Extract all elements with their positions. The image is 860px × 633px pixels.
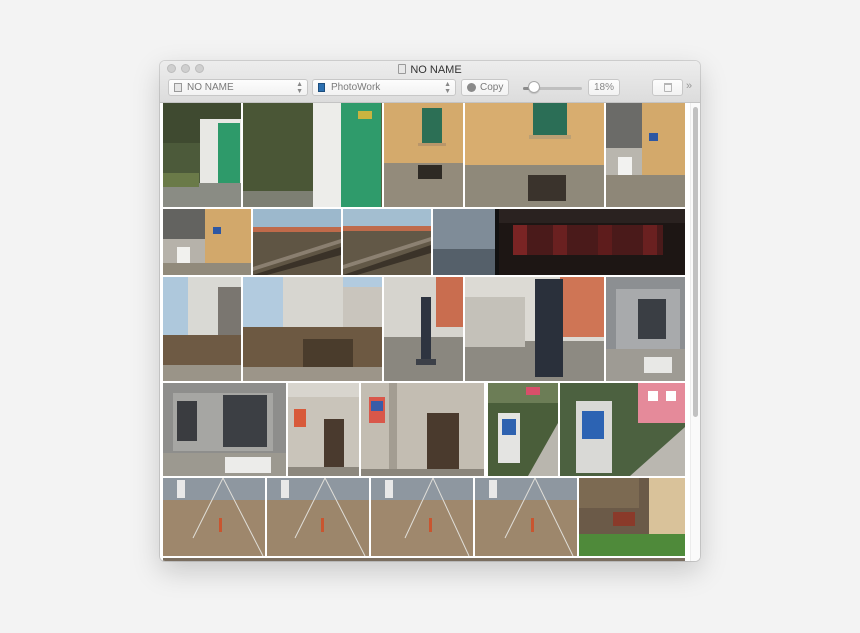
photo-thumbnail[interactable] xyxy=(243,277,382,381)
toolbar-overflow-button[interactable]: » xyxy=(686,80,692,92)
trash-icon xyxy=(664,83,672,92)
photo-thumbnail[interactable] xyxy=(579,478,685,556)
vertical-scrollbar[interactable] xyxy=(690,103,700,561)
photo-thumbnail[interactable] xyxy=(433,209,685,275)
drive-icon xyxy=(174,83,182,92)
photo-thumbnail[interactable] xyxy=(361,383,484,476)
photo-thumbnail[interactable] xyxy=(163,209,251,275)
chevron-updown-icon: ▲ ▼ xyxy=(444,81,451,95)
photo-thumbnail[interactable] xyxy=(465,103,604,207)
photo-thumbnail[interactable] xyxy=(384,277,463,381)
album-selector[interactable]: PhotoWork ▲ ▼ xyxy=(312,79,456,96)
photo-thumbnail[interactable] xyxy=(267,478,369,556)
photo-thumbnail[interactable] xyxy=(606,103,685,207)
photo-thumbnail[interactable] xyxy=(371,478,473,556)
photo-thumbnail[interactable] xyxy=(384,103,463,207)
scrollbar-thumb[interactable] xyxy=(693,107,698,417)
device-selector-value: NO NAME xyxy=(187,82,234,93)
device-selector[interactable]: NO NAME ▲ ▼ xyxy=(168,79,308,96)
photo-thumbnail[interactable] xyxy=(343,209,431,275)
album-selector-value: PhotoWork xyxy=(331,82,381,93)
import-window: NO NAME NO NAME ▲ ▼ PhotoWork ▲ ▼ Copy 18% xyxy=(160,61,700,561)
download-icon xyxy=(467,83,476,92)
slider-knob[interactable] xyxy=(527,81,540,93)
photo-thumbnail[interactable] xyxy=(163,103,241,207)
drive-icon xyxy=(398,64,407,74)
photo-thumbnail[interactable] xyxy=(288,383,359,476)
photo-thumbnail[interactable] xyxy=(163,478,265,556)
window-title: NO NAME xyxy=(160,63,700,77)
photo-thumbnail[interactable] xyxy=(243,103,382,207)
photo-thumbnail[interactable] xyxy=(253,209,341,275)
photo-thumbnail[interactable] xyxy=(560,383,685,476)
window-title-text: NO NAME xyxy=(410,64,462,76)
photo-grid xyxy=(160,103,700,561)
copy-button[interactable]: Copy xyxy=(461,79,509,96)
chevron-updown-icon: ▲ ▼ xyxy=(296,81,303,95)
photo-thumbnail[interactable] xyxy=(465,277,604,381)
photo-thumbnail[interactable] xyxy=(163,277,241,381)
photo-thumbnail[interactable] xyxy=(163,383,286,476)
photo-thumbnail[interactable] xyxy=(606,277,685,381)
photo-thumbnail[interactable] xyxy=(475,478,577,556)
copy-button-label: Copy xyxy=(480,82,504,93)
title-bar: NO NAME NO NAME ▲ ▼ PhotoWork ▲ ▼ Copy 18% xyxy=(160,61,700,103)
zoom-level: 18% xyxy=(588,79,620,96)
photo-thumbnail-row-partial xyxy=(163,558,685,561)
photo-thumbnail[interactable] xyxy=(488,383,558,476)
trash-button[interactable] xyxy=(652,79,683,96)
app-icon xyxy=(318,83,325,92)
